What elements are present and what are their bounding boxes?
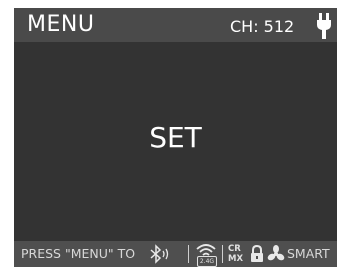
bluetooth-icon [150,244,169,264]
set-label: SET [149,121,202,154]
status-bar: PRESS "MENU" TO 2.4G CR MX SMART [14,241,337,267]
lock-icon [251,245,263,262]
status-divider [222,245,223,263]
device-screen: MENU CH: 512 SET PRESS "MENU" TO 2.4G CR… [14,8,337,267]
smart-label: SMART [287,246,330,261]
menu-title: MENU [27,12,95,37]
header-bar: MENU CH: 512 [14,8,337,42]
menu-hint-text: PRESS "MENU" TO [21,246,136,261]
channel-readout: CH: 512 [230,17,295,36]
status-divider [188,245,189,263]
cr-mx-label: CR MX [228,244,244,264]
band-badge: 2.4G [197,256,217,267]
plug-icon [317,13,331,39]
wireless-icon [196,244,216,256]
fan-icon [267,245,285,261]
